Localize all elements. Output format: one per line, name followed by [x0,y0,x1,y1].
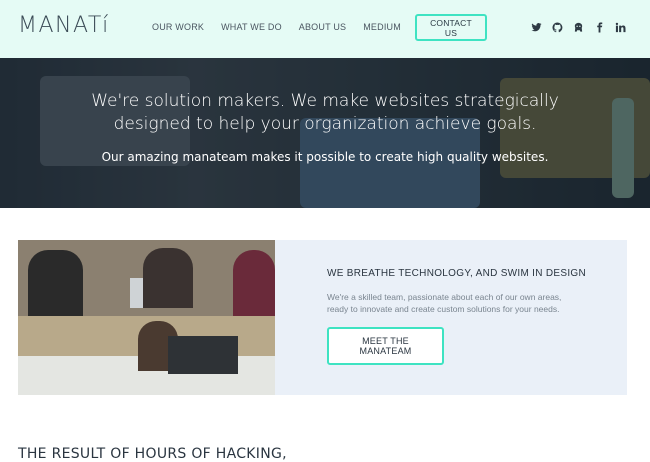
feature-card: WE BREATHE TECHNOLOGY, AND SWIM IN DESIG… [275,240,627,395]
facebook-icon[interactable] [593,21,605,33]
photo-person-2 [143,248,193,308]
nav-medium[interactable]: MEDIUM [363,22,401,32]
hero-subtitle: Our amazing manateam makes it possible t… [101,150,549,164]
result-heading: THE RESULT OF HOURS OF HACKING, [18,446,287,462]
feature-description: We're a skilled team, passionate about e… [327,292,562,314]
github-icon[interactable] [551,21,563,33]
twitter-icon[interactable] [530,21,542,33]
nav-our-work[interactable]: OUR WORK [152,22,204,32]
site-header: MANATí OUR WORK WHAT WE DO ABOUT US MEDI… [0,0,650,58]
team-photo [18,240,275,395]
nav-about-us[interactable]: ABOUT US [299,22,346,32]
contact-us-button[interactable]: CONTACT US [415,14,487,41]
meet-the-manateam-button[interactable]: MEET THE MANATEAM [327,327,444,365]
photo-person-1 [28,250,83,316]
github-alt-icon[interactable] [572,21,584,33]
main-nav: OUR WORK WHAT WE DO ABOUT US MEDIUM [152,22,418,32]
hero-banner: We're solution makers. We make websites … [0,58,650,208]
social-links [530,21,626,33]
photo-laptop-2 [168,336,238,374]
photo-person-3 [233,250,275,316]
linkedin-icon[interactable] [614,21,626,33]
feature-title: WE BREATHE TECHNOLOGY, AND SWIM IN DESIG… [327,268,587,279]
team-photo-bottom [18,316,275,395]
nav-what-we-do[interactable]: WHAT WE DO [221,22,282,32]
manati-logo[interactable]: MANATí [18,13,110,38]
team-photo-top [18,240,275,316]
hero-title: We're solution makers. We make websites … [91,91,559,134]
